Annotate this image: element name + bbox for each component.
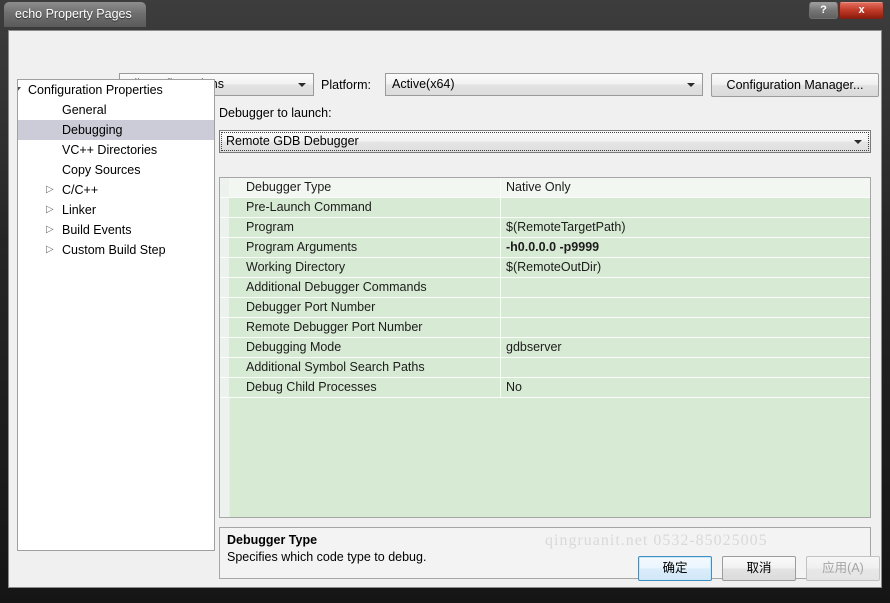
property-value[interactable]: $(RemoteOutDir) bbox=[506, 258, 601, 277]
property-row-gutter bbox=[220, 258, 229, 277]
configuration-tree[interactable]: Configuration PropertiesGeneralDebugging… bbox=[17, 79, 215, 551]
sidebar-item-configuration-properties[interactable]: Configuration Properties bbox=[18, 80, 214, 100]
property-column-splitter[interactable] bbox=[500, 258, 501, 277]
property-row-gutter bbox=[220, 278, 229, 297]
property-row[interactable]: Program Arguments -h0.0.0.0 -p9999 bbox=[220, 238, 870, 258]
sidebar-item-copy-sources[interactable]: Copy Sources bbox=[18, 160, 214, 180]
property-row-gutter bbox=[220, 218, 229, 237]
chevron-right-icon[interactable] bbox=[44, 220, 58, 240]
close-icon[interactable]: x bbox=[839, 2, 884, 19]
property-row-gutter bbox=[220, 358, 229, 377]
property-name: Pre-Launch Command bbox=[246, 198, 372, 217]
sidebar-item-debugging[interactable]: Debugging bbox=[18, 120, 214, 140]
property-row[interactable]: Debugging Mode gdbserver bbox=[220, 338, 870, 358]
property-pages-window: echo Property Pages ? x Configuration: A… bbox=[0, 0, 890, 603]
cancel-button[interactable]: 取消 bbox=[722, 556, 796, 581]
title-bar: echo Property Pages ? x bbox=[0, 0, 890, 30]
property-name: Debugger Port Number bbox=[246, 298, 375, 317]
sidebar-item-label: Debugging bbox=[62, 120, 122, 140]
property-value[interactable]: gdbserver bbox=[506, 338, 562, 357]
properties-pane: Debugger to launch: Remote GDB Debugger … bbox=[219, 79, 871, 579]
sidebar-item-build-events[interactable]: Build Events bbox=[18, 220, 214, 240]
dialog-client-area: Configuration: All Configurations Platfo… bbox=[8, 30, 882, 588]
property-row[interactable]: Debugger Port Number bbox=[220, 298, 870, 318]
property-name: Remote Debugger Port Number bbox=[246, 318, 422, 337]
property-row[interactable]: Debug Child Processes No bbox=[220, 378, 870, 398]
chevron-right-icon[interactable] bbox=[44, 180, 58, 200]
window-title: echo Property Pages bbox=[4, 2, 146, 27]
sidebar-item-label: C/C++ bbox=[62, 180, 98, 200]
description-title: Debugger Type bbox=[227, 533, 317, 547]
chevron-right-icon[interactable] bbox=[44, 240, 58, 260]
property-column-splitter[interactable] bbox=[500, 318, 501, 337]
property-row-gutter bbox=[220, 238, 229, 257]
property-name: Program bbox=[246, 218, 294, 237]
debugger-to-launch-combo[interactable]: Remote GDB Debugger bbox=[219, 130, 871, 153]
chevron-down-icon bbox=[854, 140, 862, 144]
sidebar-item-label: Build Events bbox=[62, 220, 131, 240]
configuration-bar: Configuration: All Configurations Platfo… bbox=[9, 31, 881, 76]
property-column-splitter[interactable] bbox=[500, 198, 501, 217]
property-row[interactable]: Additional Debugger Commands bbox=[220, 278, 870, 298]
property-column-splitter[interactable] bbox=[500, 178, 501, 197]
property-row-gutter bbox=[220, 298, 229, 317]
chevron-down-icon[interactable] bbox=[17, 80, 24, 100]
property-name: Program Arguments bbox=[246, 238, 357, 257]
sidebar-item-label: General bbox=[62, 100, 106, 120]
ok-button[interactable]: 确定 bbox=[638, 556, 712, 581]
property-value[interactable]: No bbox=[506, 378, 522, 397]
sidebar-item-vc-directories[interactable]: VC++ Directories bbox=[18, 140, 214, 160]
sidebar-item-linker[interactable]: Linker bbox=[18, 200, 214, 220]
property-row-gutter bbox=[220, 198, 229, 217]
property-row[interactable]: Additional Symbol Search Paths bbox=[220, 358, 870, 378]
property-row-gutter bbox=[220, 318, 229, 337]
property-name: Debugging Mode bbox=[246, 338, 341, 357]
sidebar-item-c-c[interactable]: C/C++ bbox=[18, 180, 214, 200]
property-name: Additional Debugger Commands bbox=[246, 278, 427, 297]
caption-buttons: ? x bbox=[809, 2, 884, 19]
help-icon[interactable]: ? bbox=[809, 2, 838, 19]
debugger-to-launch-label: Debugger to launch: bbox=[219, 106, 332, 120]
property-name: Debug Child Processes bbox=[246, 378, 377, 397]
property-row[interactable]: Debugger Type Native Only bbox=[220, 178, 870, 198]
debugger-combo-value: Remote GDB Debugger bbox=[226, 131, 359, 152]
property-row[interactable]: Pre-Launch Command bbox=[220, 198, 870, 218]
property-column-splitter[interactable] bbox=[500, 378, 501, 397]
sidebar-item-label: Copy Sources bbox=[62, 160, 141, 180]
property-column-splitter[interactable] bbox=[500, 278, 501, 297]
property-value[interactable]: -h0.0.0.0 -p9999 bbox=[506, 238, 599, 257]
chevron-right-icon[interactable] bbox=[44, 200, 58, 220]
property-row[interactable]: Program $(RemoteTargetPath) bbox=[220, 218, 870, 238]
property-value[interactable]: $(RemoteTargetPath) bbox=[506, 218, 626, 237]
sidebar-item-label: VC++ Directories bbox=[62, 140, 157, 160]
property-row[interactable]: Working Directory $(RemoteOutDir) bbox=[220, 258, 870, 278]
property-name: Debugger Type bbox=[246, 178, 331, 197]
apply-button[interactable]: 应用(A) bbox=[806, 556, 880, 581]
property-name: Working Directory bbox=[246, 258, 345, 277]
property-row-gutter bbox=[220, 378, 229, 397]
sidebar-item-label: Configuration Properties bbox=[28, 80, 163, 100]
property-row-gutter bbox=[220, 178, 229, 197]
property-value[interactable]: Native Only bbox=[506, 178, 571, 197]
property-column-splitter[interactable] bbox=[500, 298, 501, 317]
property-column-splitter[interactable] bbox=[500, 358, 501, 377]
sidebar-item-label: Linker bbox=[62, 200, 96, 220]
property-column-splitter[interactable] bbox=[500, 338, 501, 357]
description-body: Specifies which code type to debug. bbox=[227, 550, 426, 564]
property-column-splitter[interactable] bbox=[500, 238, 501, 257]
watermark: qingruanit.net 0532-85025005 bbox=[545, 532, 768, 550]
property-grid[interactable]: Debugger Type Native Only Pre-Launch Comma… bbox=[219, 177, 871, 518]
property-name: Additional Symbol Search Paths bbox=[246, 358, 425, 377]
property-row-gutter bbox=[220, 338, 229, 357]
property-row[interactable]: Remote Debugger Port Number bbox=[220, 318, 870, 338]
property-column-splitter[interactable] bbox=[500, 218, 501, 237]
sidebar-item-label: Custom Build Step bbox=[62, 240, 166, 260]
sidebar-item-custom-build-step[interactable]: Custom Build Step bbox=[18, 240, 214, 260]
sidebar-item-general[interactable]: General bbox=[18, 100, 214, 120]
